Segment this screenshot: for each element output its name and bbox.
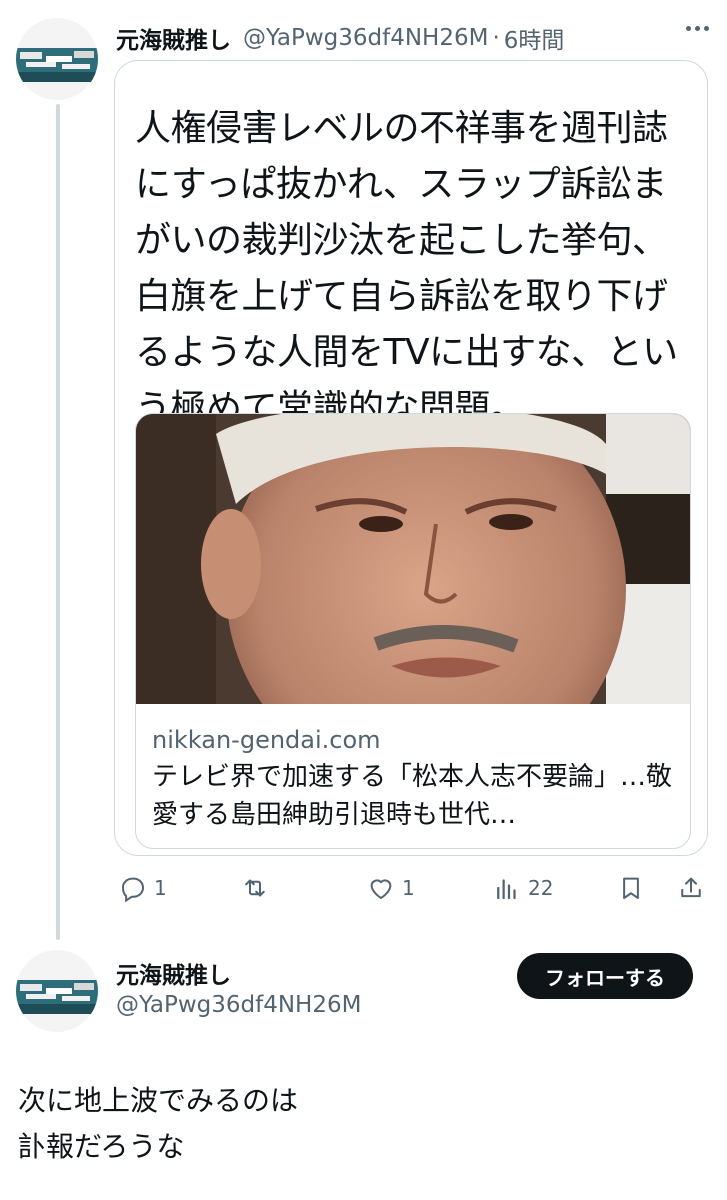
more-options-icon[interactable] bbox=[686, 26, 709, 31]
avatar[interactable] bbox=[16, 950, 98, 1032]
post-text-line: 訃報だろうな bbox=[18, 1130, 185, 1163]
post-header: 元海賊推し @YaPwg36df4NH26M · 6時間 bbox=[116, 20, 707, 56]
avatar[interactable] bbox=[16, 18, 98, 100]
separator-dot: · bbox=[492, 25, 500, 51]
reply-icon bbox=[121, 877, 145, 903]
link-preview-image bbox=[136, 414, 690, 704]
post-action-bar: 1 1 22 bbox=[114, 868, 714, 908]
bookmark-button[interactable] bbox=[616, 868, 646, 908]
reply-button[interactable]: 1 bbox=[118, 868, 167, 908]
follow-button[interactable]: フォローする bbox=[517, 953, 693, 999]
views-count: 22 bbox=[528, 876, 554, 900]
heart-icon bbox=[370, 879, 392, 899]
repost-icon bbox=[245, 879, 265, 897]
thread-connector-line bbox=[56, 104, 60, 940]
author-handle[interactable]: @YaPwg36df4NH26M bbox=[243, 25, 488, 51]
share-icon bbox=[681, 877, 701, 898]
post-text: 次に地上波でみるのは 訃報だろうな bbox=[18, 1078, 298, 1170]
bookmark-icon bbox=[623, 877, 639, 899]
repost-button[interactable] bbox=[240, 868, 276, 908]
like-button[interactable]: 1 bbox=[366, 868, 415, 908]
link-title: テレビ界で加速する「松本人志不要論」…敬愛する島田紳助引退時も世代… bbox=[152, 762, 673, 830]
reply-count: 1 bbox=[154, 876, 167, 900]
quoted-post-text: 人権侵害レベルの不祥事を週刊誌にすっぱ抜かれ、スラップ訴訟まがいの裁判沙汰を起こ… bbox=[135, 108, 678, 429]
author-name[interactable]: 元海賊推し bbox=[116, 21, 231, 55]
like-count: 1 bbox=[402, 876, 415, 900]
author-name[interactable]: 元海賊推し bbox=[116, 956, 231, 990]
views-bar-chart-icon bbox=[497, 879, 516, 900]
link-domain: nikkan-gendai.com bbox=[152, 726, 381, 754]
link-preview-card[interactable]: nikkan-gendai.com テレビ界で加速する「松本人志不要論」…敬愛す… bbox=[135, 413, 691, 849]
views-button[interactable]: 22 bbox=[492, 868, 553, 908]
author-handle[interactable]: @YaPwg36df4NH26M bbox=[116, 992, 361, 1018]
post-text-line: 次に地上波でみるのは bbox=[18, 1084, 299, 1117]
share-button[interactable] bbox=[676, 868, 706, 908]
quoted-post-card[interactable]: 人権侵害レベルの不祥事を週刊誌にすっぱ抜かれ、スラップ訴訟まがいの裁判沙汰を起こ… bbox=[114, 60, 708, 856]
post-time[interactable]: 6時間 bbox=[504, 21, 565, 55]
